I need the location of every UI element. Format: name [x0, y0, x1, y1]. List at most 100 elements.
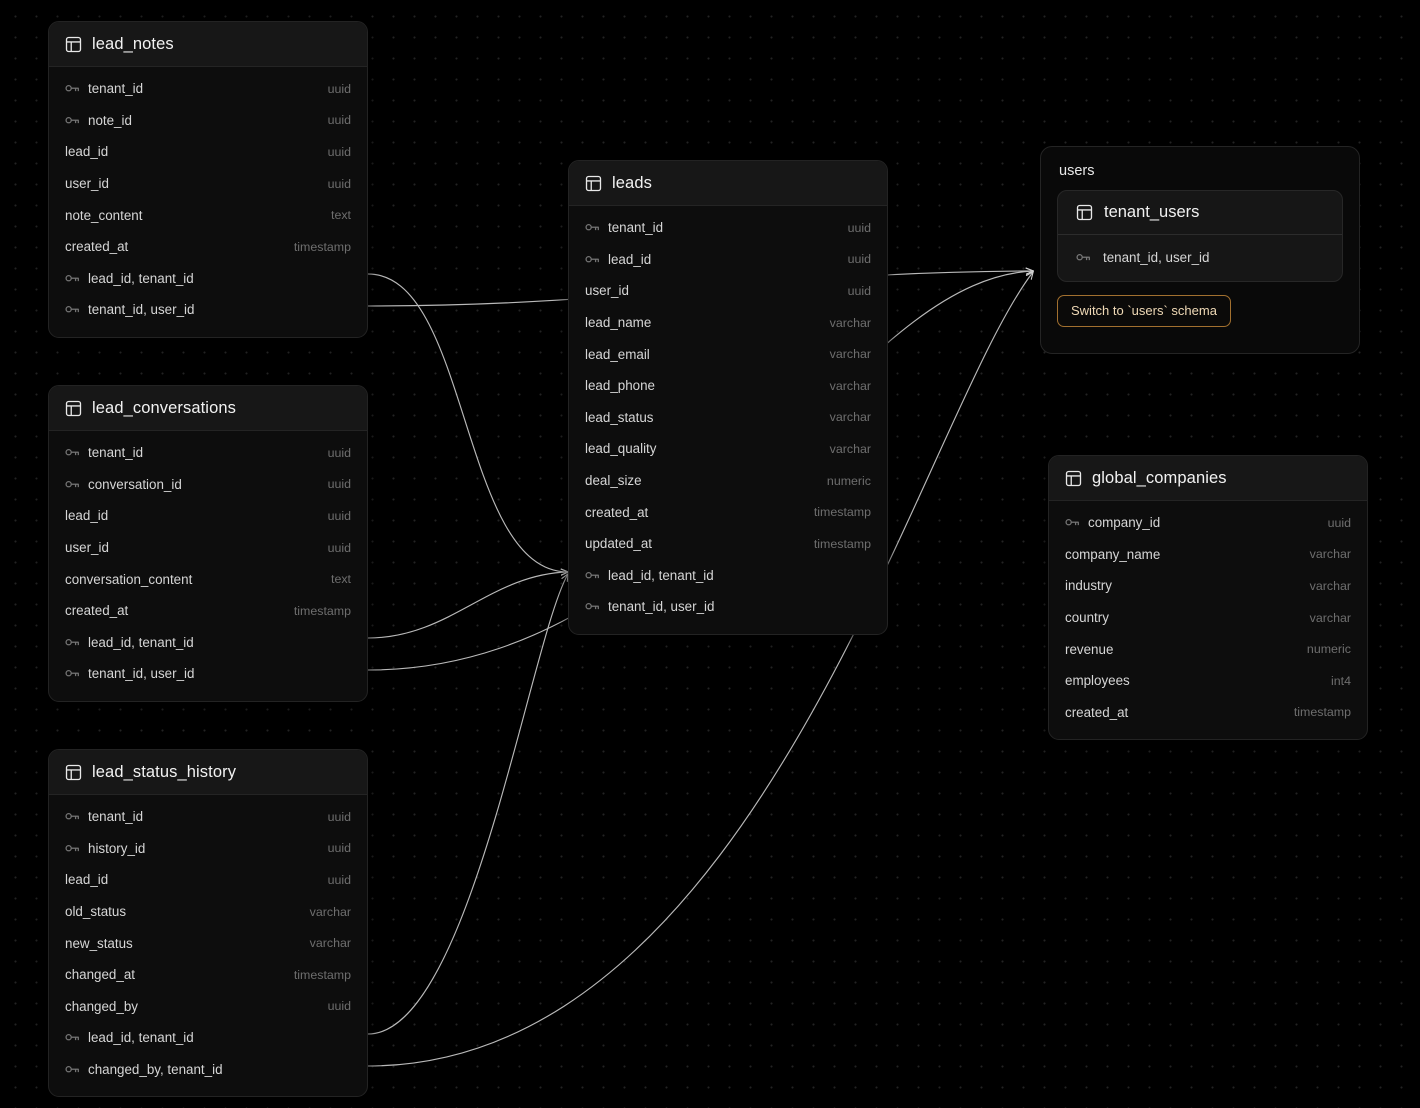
column-type: uuid — [847, 252, 871, 267]
column-type: uuid — [847, 283, 871, 298]
switch-schema-button[interactable]: Switch to `users` schema — [1057, 295, 1231, 327]
key-icon — [585, 570, 600, 581]
column-name: tenant_id, user_id — [1103, 249, 1210, 265]
column-type: uuid — [327, 841, 351, 856]
column-name: tenant_id — [88, 81, 144, 97]
table-row[interactable]: user_id uuid — [569, 275, 887, 307]
column-type: varchar — [309, 904, 351, 919]
edge-lead_conversations-to-leads — [367, 572, 568, 639]
table-row[interactable]: created_at timestamp — [1049, 697, 1367, 729]
column-type: timestamp — [293, 239, 351, 254]
column-type: uuid — [1327, 515, 1351, 530]
column-name: note_content — [65, 207, 143, 223]
table-row[interactable]: lead_phone varchar — [569, 370, 887, 402]
key-icon — [1076, 252, 1091, 263]
table-row[interactable]: changed_by uuid — [49, 991, 367, 1023]
column-type: uuid — [327, 144, 351, 159]
table-row[interactable]: deal_size numeric — [569, 465, 887, 497]
table-body-lead_status_history: tenant_id uuid history_id uuid lead_id uuid ol… — [49, 795, 367, 1096]
table-row[interactable]: tenant_id uuid — [49, 801, 367, 833]
edge-lead_notes-to-leads — [367, 273, 568, 572]
table-icon — [1076, 204, 1093, 221]
table-card-lead_status_history[interactable]: lead_status_history tenant_id uuid history_… — [48, 749, 368, 1098]
table-row[interactable]: company_id uuid — [1049, 507, 1367, 539]
table-index-row[interactable]: tenant_id, user_id — [49, 658, 367, 690]
table-row[interactable]: revenue numeric — [1049, 633, 1367, 665]
table-index-row[interactable]: lead_id, tenant_id — [49, 1022, 367, 1054]
column-type: timestamp — [813, 505, 871, 520]
table-row[interactable]: new_status varchar — [49, 927, 367, 959]
table-index-row[interactable]: tenant_id, user_id — [569, 591, 887, 623]
index-name: lead_id, tenant_id — [88, 270, 194, 286]
table-row[interactable]: created_at timestamp — [49, 595, 367, 627]
table-row[interactable]: created_at timestamp — [569, 496, 887, 528]
table-row[interactable]: note_id uuid — [49, 105, 367, 137]
column-type: uuid — [327, 81, 351, 96]
table-row[interactable]: industry varchar — [1049, 570, 1367, 602]
table-index-row[interactable]: lead_id, tenant_id — [569, 560, 887, 592]
table-header-lead_conversations: lead_conversations — [49, 386, 367, 431]
column-name: updated_at — [585, 536, 653, 552]
column-type: varchar — [1309, 610, 1351, 625]
column-type: timestamp — [813, 536, 871, 551]
table-row[interactable]: changed_at timestamp — [49, 959, 367, 991]
table-row[interactable]: history_id uuid — [49, 833, 367, 865]
table-row[interactable]: tenant_id uuid — [49, 73, 367, 105]
column-name: tenant_id — [608, 220, 664, 236]
table-row[interactable]: lead_email varchar — [569, 338, 887, 370]
users-schema-group[interactable]: users tenant_users tenant_id, user_id Sw… — [1040, 146, 1360, 354]
table-row[interactable]: updated_at timestamp — [569, 528, 887, 560]
column-name: changed_at — [65, 967, 135, 983]
table-row[interactable]: tenant_id uuid — [569, 212, 887, 244]
table-row[interactable]: conversation_content text — [49, 563, 367, 595]
table-name-lead_status_history: lead_status_history — [92, 762, 237, 781]
table-card-tenant_users[interactable]: tenant_users tenant_id, user_id — [1057, 190, 1343, 282]
table-index-row[interactable]: lead_id, tenant_id — [49, 627, 367, 659]
column-name: conversation_id — [88, 476, 182, 492]
column-name: old_status — [65, 904, 127, 920]
table-row[interactable]: tenant_id, user_id — [1058, 242, 1342, 272]
table-card-leads[interactable]: leads tenant_id uuid lead_id uuid user_id uuid… — [568, 160, 888, 635]
column-type: timestamp — [293, 967, 351, 982]
table-index-row[interactable]: lead_id, tenant_id — [49, 263, 367, 295]
table-row[interactable]: user_id uuid — [49, 168, 367, 200]
table-row[interactable]: company_name varchar — [1049, 539, 1367, 571]
table-row[interactable]: user_id uuid — [49, 532, 367, 564]
table-row[interactable]: country varchar — [1049, 602, 1367, 634]
table-card-lead_notes[interactable]: lead_notes tenant_id uuid note_id uuid lead_i… — [48, 21, 368, 338]
key-icon — [65, 115, 80, 126]
table-row[interactable]: employees int4 — [1049, 665, 1367, 697]
schema-canvas[interactable]: lead_notes tenant_id uuid note_id uuid lead_i… — [0, 0, 1420, 1108]
column-name: lead_phone — [585, 378, 656, 394]
table-index-row[interactable]: tenant_id, user_id — [49, 294, 367, 326]
column-name: created_at — [585, 504, 649, 520]
table-row[interactable]: lead_quality varchar — [569, 433, 887, 465]
column-name: industry — [1065, 578, 1112, 594]
table-row[interactable]: lead_id uuid — [49, 500, 367, 532]
table-card-global_companies[interactable]: global_companies company_id uuid company_na… — [1048, 455, 1368, 741]
column-name: company_id — [1088, 515, 1161, 531]
column-name: created_at — [1065, 704, 1129, 720]
key-icon — [65, 637, 80, 648]
column-type: int4 — [1331, 673, 1351, 688]
table-row[interactable]: tenant_id uuid — [49, 437, 367, 469]
table-body-lead_conversations: tenant_id uuid conversation_id uuid lead_id u… — [49, 431, 367, 701]
table-index-row[interactable]: changed_by, tenant_id — [49, 1054, 367, 1086]
column-type: uuid — [327, 508, 351, 523]
column-name: lead_quality — [585, 441, 657, 457]
table-card-lead_conversations[interactable]: lead_conversations tenant_id uuid conversat… — [48, 385, 368, 702]
table-name-lead_conversations: lead_conversations — [92, 398, 236, 417]
table-row[interactable]: old_status varchar — [49, 896, 367, 928]
table-row[interactable]: lead_id uuid — [49, 864, 367, 896]
column-name: user_id — [65, 176, 109, 192]
table-row[interactable]: lead_id uuid — [569, 244, 887, 276]
table-row[interactable]: created_at timestamp — [49, 231, 367, 263]
key-icon — [65, 83, 80, 94]
table-row[interactable]: note_content text — [49, 199, 367, 231]
table-row[interactable]: conversation_id uuid — [49, 469, 367, 501]
table-row[interactable]: lead_id uuid — [49, 136, 367, 168]
column-name: new_status — [65, 935, 133, 951]
table-row[interactable]: lead_status varchar — [569, 402, 887, 434]
table-header-tenant_users: tenant_users — [1058, 191, 1342, 235]
table-row[interactable]: lead_name varchar — [569, 307, 887, 339]
